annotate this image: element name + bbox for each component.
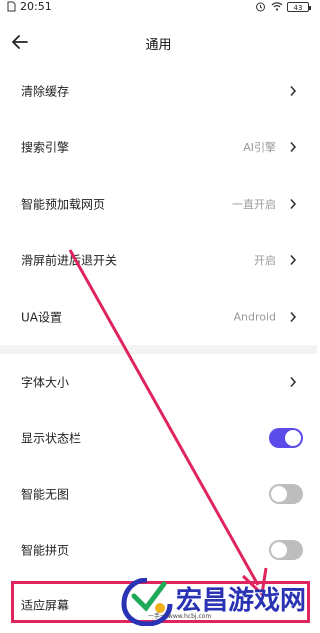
chevron-right-icon [290, 141, 297, 153]
setting-label: 显示状态栏 [21, 431, 82, 446]
smart-page-join-toggle[interactable] [269, 540, 303, 560]
wifi-icon [271, 1, 283, 12]
setting-label: 搜索引擎 [21, 140, 70, 155]
chevron-right-icon [290, 198, 297, 210]
setting-label: 滑屏前进后退开关 [21, 253, 118, 268]
watermark-subtitle: 一手一 www.hcbj.com [148, 613, 212, 620]
status-left: 20:51 [6, 0, 52, 13]
page-title: 通用 [145, 38, 172, 53]
setting-smart-page-join: 智能拼页 [0, 522, 317, 578]
watermark: 宏昌游戏网 一手一 www.hcbj.com [118, 578, 318, 628]
setting-ua[interactable]: UA设置 Android [0, 289, 317, 345]
setting-value: AI引擎 [243, 141, 276, 154]
status-time: 20:51 [20, 0, 52, 13]
setting-show-status-bar: 显示状态栏 [0, 410, 317, 466]
toggle-knob [271, 486, 287, 502]
setting-value: 一直开启 [232, 198, 276, 211]
setting-label: 清除缓存 [21, 84, 70, 99]
setting-label: 字体大小 [21, 375, 70, 390]
toggle-knob [271, 542, 287, 558]
chevron-right-icon [290, 311, 297, 323]
setting-font-size[interactable]: 字体大小 [0, 354, 317, 410]
section-divider [0, 345, 317, 354]
chevron-right-icon [290, 376, 297, 388]
status-right: 43 [255, 1, 311, 12]
header: 通用 [0, 26, 317, 60]
smart-no-image-toggle[interactable] [269, 484, 303, 504]
setting-label: 智能无图 [21, 487, 70, 502]
battery-icon: 43 [287, 1, 311, 12]
setting-search-engine[interactable]: 搜索引擎 AI引擎 [0, 119, 317, 175]
setting-label: 智能拼页 [21, 543, 70, 558]
chevron-right-icon [290, 85, 297, 97]
setting-smart-preload[interactable]: 智能预加载网页 一直开启 [0, 176, 317, 232]
setting-value: 开启 [254, 254, 276, 267]
status-bar-toggle[interactable] [269, 428, 303, 448]
setting-label: 智能预加载网页 [21, 197, 106, 212]
setting-swipe-navigation[interactable]: 滑屏前进后退开关 开启 [0, 232, 317, 288]
status-bar: 20:51 43 [0, 0, 317, 14]
setting-value: Android [233, 310, 276, 324]
sim-card-icon [6, 1, 17, 12]
setting-smart-no-image: 智能无图 [0, 466, 317, 522]
setting-clear-cache[interactable]: 清除缓存 [0, 63, 317, 119]
chevron-right-icon [290, 254, 297, 266]
setting-label: UA设置 [21, 310, 62, 325]
alarm-icon [255, 1, 266, 12]
toggle-knob [285, 430, 301, 446]
